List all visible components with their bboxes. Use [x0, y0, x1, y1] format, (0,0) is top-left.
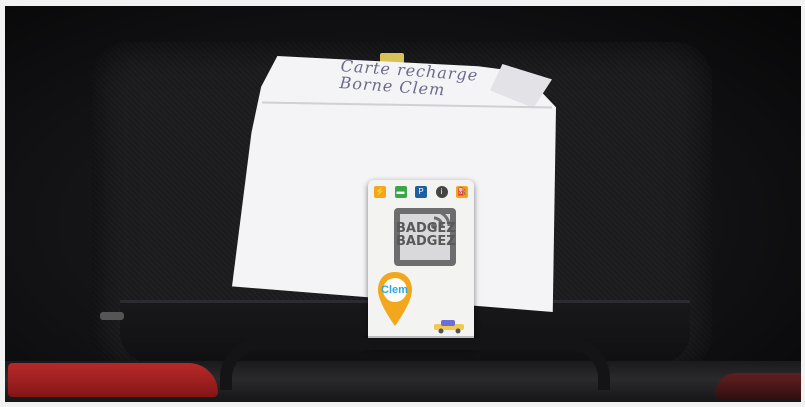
parking-icon: P [415, 186, 427, 198]
electric-car-icon [434, 320, 464, 334]
zipper-pull [100, 312, 124, 320]
border-right [801, 0, 805, 407]
charging-icon: ⚡ [374, 186, 386, 198]
tail-light-right [715, 373, 805, 399]
location-pin-icon [378, 272, 412, 326]
border-left [0, 0, 5, 407]
photo-scene: Carte recharge Borne Clem ⚡ ▬ P i ⛽ BADG… [0, 0, 805, 407]
pump-icon: ⛽ [456, 186, 468, 198]
badge-word-2: BADGEZ [396, 234, 456, 249]
badge-text: BADGEZ BADGEZ [396, 222, 456, 249]
border-bottom [0, 402, 805, 407]
bag-handle [220, 338, 610, 390]
card-icon-row: ⚡ ▬ P i ⛽ [374, 186, 468, 198]
charging-badge-card: ⚡ ▬ P i ⛽ BADGEZ BADGEZ Clem [368, 180, 474, 348]
tail-light-left [8, 363, 218, 397]
brand-logo: Clem [381, 284, 408, 296]
car-icon: ▬ [394, 186, 407, 198]
border-top [0, 0, 805, 6]
info-icon: i [435, 186, 448, 198]
